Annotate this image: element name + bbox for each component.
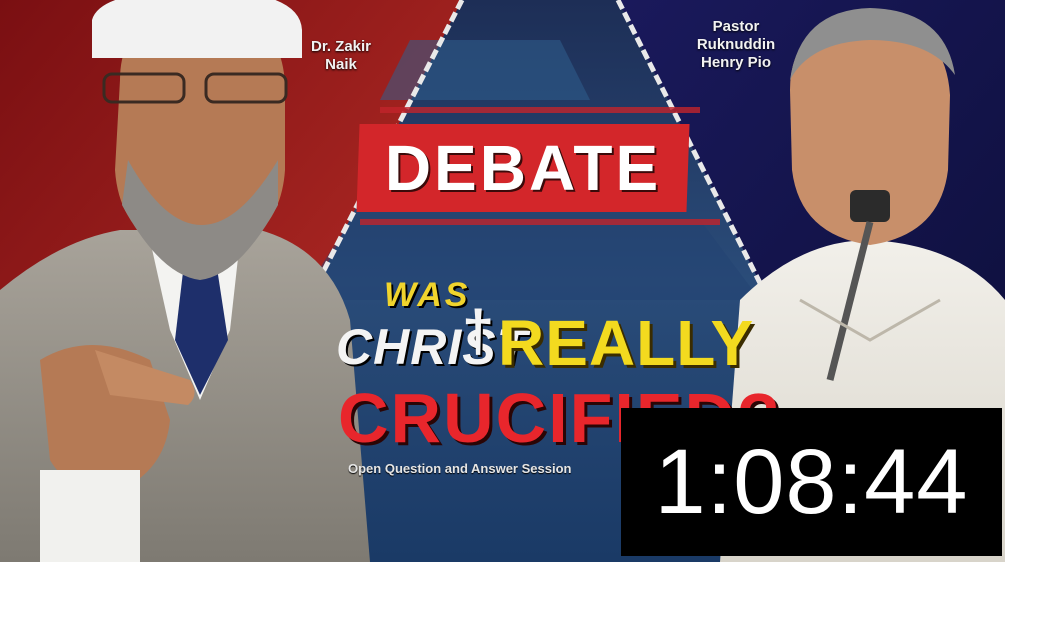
title-subtitle: Open Question and Answer Session (348, 461, 572, 476)
duration-badge: 1:08:44 (621, 408, 1002, 556)
debate-banner-text: DEBATE (384, 132, 662, 204)
speaker-left-name: Dr. Zakir Naik (310, 38, 372, 73)
title-word-really: REALLY (498, 307, 755, 379)
speaker-right-name: Pastor Ruknuddin Henry Pio (696, 18, 776, 71)
title-word-was: WAS (384, 276, 471, 314)
video-thumbnail[interactable]: Dr. Zakir Naik Pastor Ruknuddin Henry Pi… (0, 0, 1005, 562)
cross-icon: † (462, 299, 495, 364)
